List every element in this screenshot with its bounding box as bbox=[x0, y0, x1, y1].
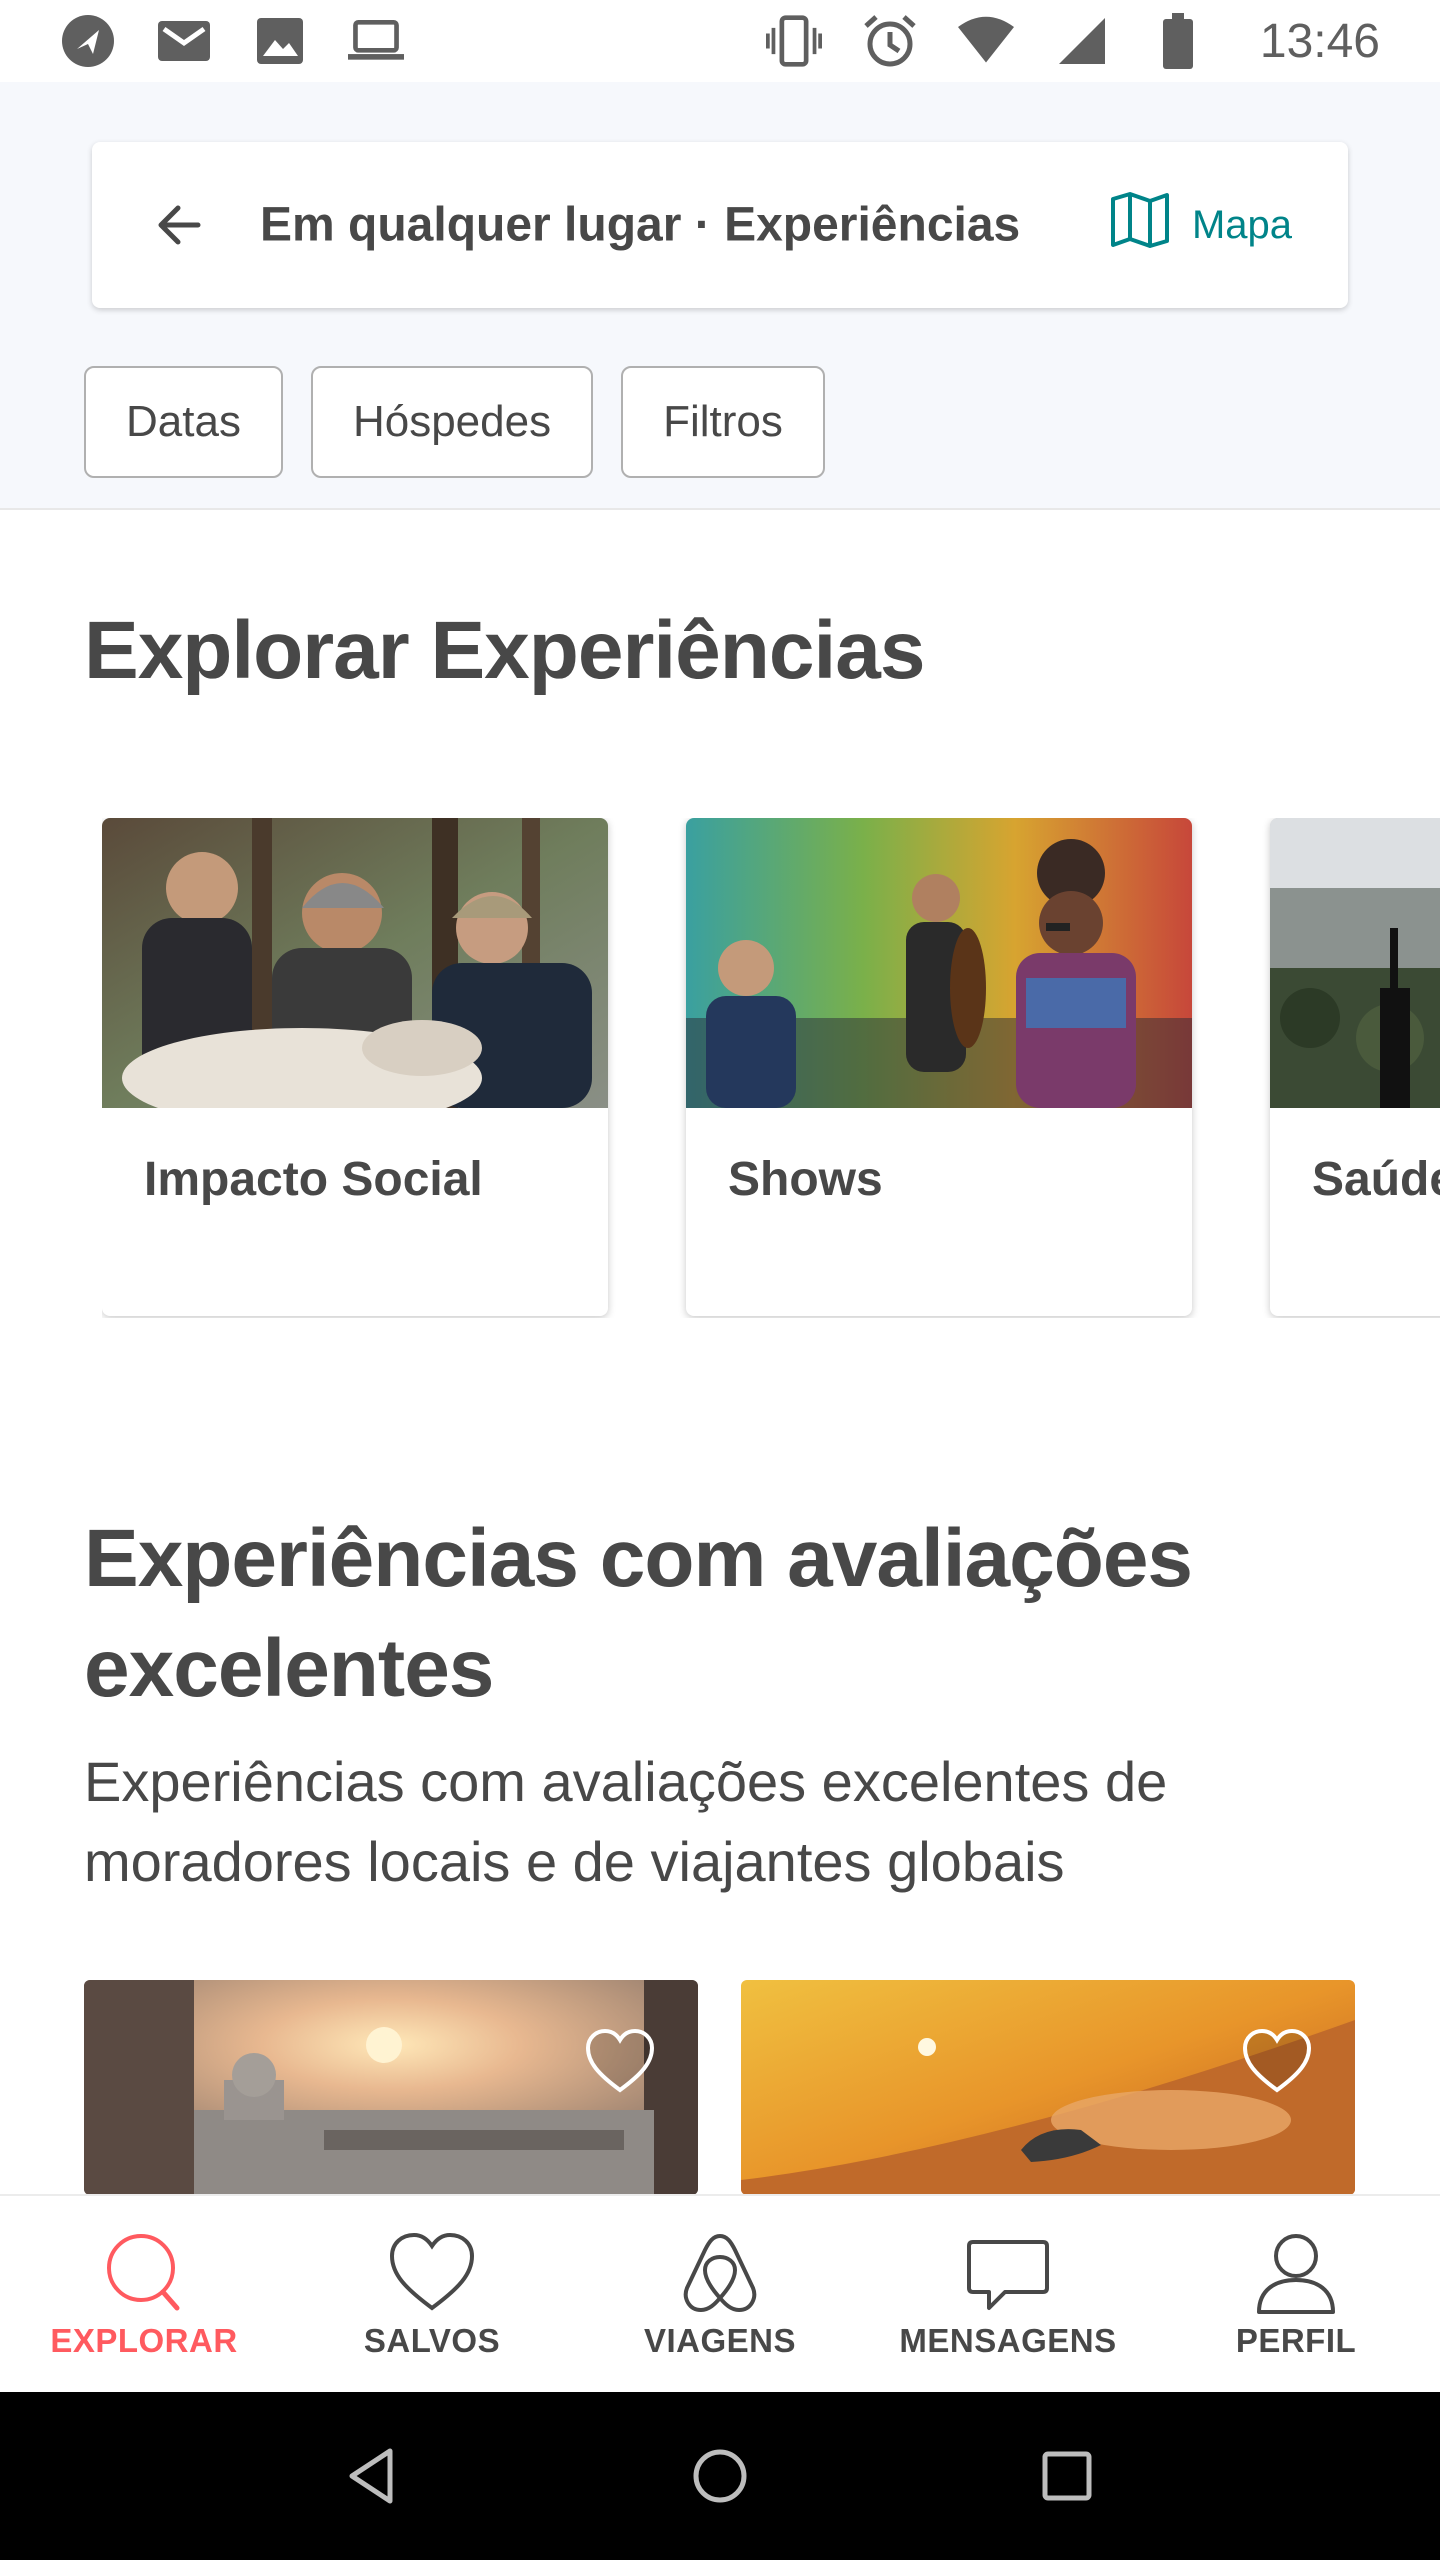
navigation-icon bbox=[60, 13, 116, 69]
search-header: Em qualquer lugar · Experiências Mapa Da… bbox=[0, 82, 1440, 510]
back-triangle-icon[interactable] bbox=[338, 2441, 408, 2511]
laptop-icon bbox=[348, 13, 404, 69]
category-image-wellness bbox=[1270, 818, 1440, 1108]
status-time: 13:46 bbox=[1259, 14, 1380, 68]
category-card[interactable]: Saúde e Bem-estar bbox=[1270, 818, 1440, 1316]
signal-icon bbox=[1054, 13, 1110, 69]
alarm-icon bbox=[862, 13, 918, 69]
experience-list bbox=[84, 1980, 1440, 2195]
heart-icon bbox=[389, 2232, 475, 2311]
airbnb-logo-icon bbox=[683, 2234, 757, 2312]
nav-label: PERFIL bbox=[1235, 2322, 1357, 2359]
person-icon bbox=[1257, 2234, 1335, 2314]
category-label: Saúde e Bem-estar bbox=[1312, 1153, 1440, 1206]
wifi-icon bbox=[957, 13, 1014, 69]
recents-square-icon[interactable] bbox=[1032, 2441, 1102, 2511]
battery-icon bbox=[1150, 13, 1206, 69]
experience-card[interactable] bbox=[84, 1980, 698, 2195]
nav-trips[interactable]: VIAGENS bbox=[590, 2228, 850, 2360]
back-arrow-icon[interactable] bbox=[150, 195, 210, 255]
save-heart-icon[interactable] bbox=[584, 2028, 656, 2096]
category-image-shows bbox=[686, 818, 1192, 1108]
image-icon bbox=[252, 13, 308, 69]
filter-filters-button[interactable]: Filtros bbox=[621, 366, 825, 478]
filter-bar: Datas Hóspedes Filtros bbox=[84, 366, 825, 478]
mail-icon bbox=[156, 13, 212, 69]
filter-dates-button[interactable]: Datas bbox=[84, 366, 283, 478]
chat-icon bbox=[967, 2240, 1049, 2310]
map-button[interactable]: Mapa bbox=[1110, 191, 1292, 259]
home-circle-icon[interactable] bbox=[685, 2441, 755, 2511]
map-icon bbox=[1110, 191, 1170, 259]
category-label: Impacto Social bbox=[144, 1153, 483, 1206]
category-image-social-impact bbox=[102, 818, 608, 1108]
system-navigation-bar bbox=[0, 2392, 1440, 2560]
search-title[interactable]: Em qualquer lugar · Experiências bbox=[260, 198, 1020, 253]
nav-explore[interactable]: EXPLORAR bbox=[14, 2228, 274, 2360]
experience-card[interactable] bbox=[741, 1980, 1355, 2195]
nav-label: MENSAGENS bbox=[899, 2322, 1117, 2359]
search-icon bbox=[107, 2234, 180, 2311]
category-carousel[interactable]: Impacto Social Shows Saúd bbox=[102, 818, 1440, 1318]
rated-subtitle: Experiências com avaliações excelentes d… bbox=[84, 1750, 1168, 1893]
nav-label: VIAGENS bbox=[643, 2322, 797, 2359]
category-label: Shows bbox=[728, 1153, 883, 1206]
rated-heading: Experiências com avaliações excelentes bbox=[84, 1513, 1193, 1714]
nav-messages[interactable]: MENSAGENS bbox=[878, 2228, 1138, 2360]
search-bar[interactable]: Em qualquer lugar · Experiências Mapa bbox=[92, 142, 1348, 308]
status-bar: 13:46 bbox=[0, 0, 1440, 82]
nav-label: SALVOS bbox=[363, 2322, 501, 2359]
category-card[interactable]: Impacto Social bbox=[102, 818, 608, 1316]
nav-saved[interactable]: SALVOS bbox=[302, 2228, 562, 2360]
bottom-navigation: EXPLORAR SALVOS VIAGENS MENSAGENS PERFIL bbox=[0, 2194, 1440, 2392]
category-card[interactable]: Shows bbox=[686, 818, 1192, 1316]
vibrate-icon bbox=[765, 13, 822, 69]
nav-label: EXPLORAR bbox=[50, 2322, 238, 2359]
screen: 13:46 Em qualquer lugar · Experiências M… bbox=[0, 0, 1440, 2560]
save-heart-icon[interactable] bbox=[1241, 2028, 1313, 2096]
filter-guests-button[interactable]: Hóspedes bbox=[310, 366, 594, 478]
explore-heading: Explorar Experiências bbox=[84, 605, 925, 696]
nav-profile[interactable]: PERFIL bbox=[1166, 2228, 1426, 2360]
map-label: Mapa bbox=[1191, 202, 1292, 247]
